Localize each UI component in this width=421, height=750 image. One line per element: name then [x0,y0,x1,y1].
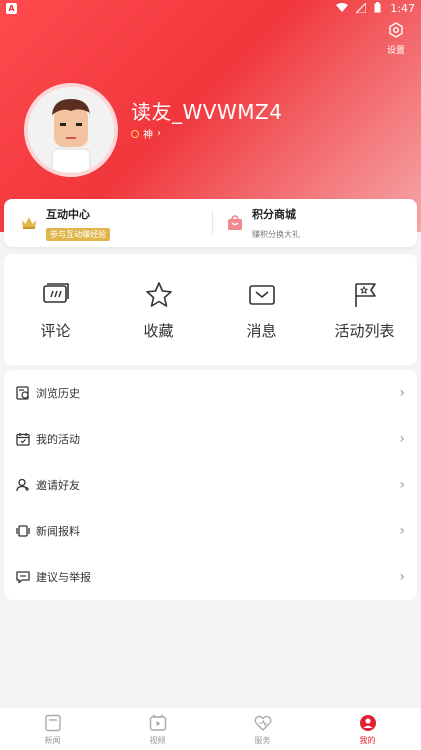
bottom-tab-bar: 新闻 视频 服务 我的 [0,708,421,750]
gear-icon [389,22,403,38]
feedback-icon [16,571,30,584]
points-mall-title: 积分商城 [252,207,296,221]
settings-label: 设置 [386,46,405,56]
activity-flag-icon [354,283,376,307]
username: 读友_WVWMZ4 [131,100,283,124]
calendar-icon [16,433,30,446]
points-mall-subtitle: 赚积分换大礼 [252,229,300,239]
status-bar: A 1:47 [0,0,421,18]
level-badge-icon [131,129,139,138]
signal-icon [356,2,366,13]
service-heart-icon [254,715,271,731]
grid-label: 消息 [246,322,277,340]
grid-item-messages[interactable]: 消息 [210,280,313,341]
status-icons [336,2,381,13]
wifi-icon [336,2,348,12]
menu-list: 浏览历史 › 我的活动 › 邀请好友 › 新闻报料 › 建议与举报 › [4,370,417,600]
grid-label: 活动列表 [334,322,395,340]
interaction-center-card[interactable]: 互动中心 参与互动赚经验 [20,199,110,247]
divider [212,211,213,235]
grid-label: 评论 [40,322,71,340]
history-icon [16,386,29,400]
tab-news[interactable]: 新闻 [0,714,105,746]
points-mall-card[interactable]: 积分商城 赚积分换大礼 [226,199,300,247]
menu-item-news-tips[interactable]: 新闻报料 › [4,508,417,554]
grid-item-comments[interactable]: 评论 [4,280,107,341]
menu-item-label: 建议与举报 [36,571,91,584]
interaction-center-subtitle: 参与互动赚经验 [46,227,110,241]
grid-item-activity-list[interactable]: 活动列表 [313,280,416,341]
chevron-right-icon: › [399,431,405,447]
video-icon [149,714,166,731]
chevron-right-icon: › [399,477,405,493]
avatar-image [28,87,114,173]
settings-button[interactable]: 设置 [383,22,409,56]
broadcast-icon [16,525,30,537]
interaction-center-title: 互动中心 [46,207,90,221]
menu-item-my-activities[interactable]: 我的活动 › [4,416,417,462]
chevron-right-icon: › [399,385,405,401]
shopping-bag-icon [228,215,242,230]
tab-services[interactable]: 服务 [210,714,315,746]
app-badge-icon: A [6,3,17,14]
quick-cards: 互动中心 参与互动赚经验 积分商城 赚积分换大礼 [4,199,417,247]
avatar[interactable] [24,83,118,177]
comment-icon [42,283,69,303]
tab-video[interactable]: 视频 [105,714,210,746]
menu-item-label: 新闻报料 [36,525,80,538]
battery-icon [374,2,381,13]
crown-icon [22,217,36,229]
feature-grid: 评论 收藏 消息 活动列表 [4,254,417,365]
status-time: 1:47 [390,2,415,15]
menu-item-invite-friends[interactable]: 邀请好友 › [4,462,417,508]
chevron-right-icon: › [157,128,161,139]
menu-item-feedback-report[interactable]: 建议与举报 › [4,554,417,600]
tab-label: 新闻 [44,736,61,745]
grid-item-favorites[interactable]: 收藏 [107,280,210,341]
tab-label: 服务 [254,736,271,745]
menu-item-label: 浏览历史 [36,387,80,400]
news-icon [44,714,61,732]
menu-item-label: 邀请好友 [36,479,80,492]
tab-label: 我的 [359,736,376,745]
message-icon [248,285,275,305]
invite-icon [16,478,29,492]
user-profile-icon [359,715,376,731]
user-level[interactable]: 神 › [131,126,161,141]
grid-label: 收藏 [143,322,174,340]
level-label: 神 [143,130,153,141]
tab-label: 视频 [149,736,166,745]
chevron-right-icon: › [399,569,405,585]
star-icon [145,282,172,307]
tab-me[interactable]: 我的 [315,714,420,746]
menu-item-history[interactable]: 浏览历史 › [4,370,417,416]
chevron-right-icon: › [399,523,405,539]
menu-item-label: 我的活动 [36,433,80,446]
